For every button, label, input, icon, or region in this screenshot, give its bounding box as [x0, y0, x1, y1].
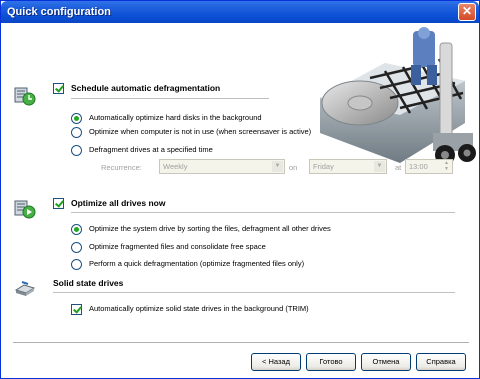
cancel-button[interactable]: Отмена	[361, 353, 411, 371]
radio-optimize-system-drive[interactable]	[71, 224, 82, 235]
back-button[interactable]: < Назад	[251, 353, 301, 371]
option-label: Automatically optimize hard disks in the…	[89, 113, 262, 122]
chevron-down-icon: ▼	[272, 161, 283, 172]
spinner-arrows-icon: ▲ ▼	[444, 160, 449, 172]
dialog-content: Schedule automatic defragmentation Autom…	[5, 23, 477, 377]
radio-background-optimize[interactable]	[71, 113, 82, 124]
footer-divider	[13, 342, 469, 343]
schedule-defrag-title: Schedule automatic defragmentation	[71, 83, 221, 93]
day-select[interactable]: Friday ▼	[309, 159, 387, 174]
radio-screensaver-optimize[interactable]	[71, 127, 82, 138]
optimize-drives-checkbox[interactable]	[53, 198, 64, 209]
ssd-icon	[14, 281, 36, 296]
option-label: Optimize the system drive by sorting the…	[89, 224, 331, 233]
ssd-trim-checkbox[interactable]	[71, 304, 82, 315]
radio-quick-defrag[interactable]	[71, 259, 82, 270]
close-button[interactable]: ✕	[458, 3, 476, 21]
time-spinner[interactable]: 13:00 ▲ ▼	[405, 159, 453, 174]
optimize-drives-icon	[14, 200, 36, 219]
section-divider	[71, 212, 455, 213]
optimize-drives-title: Optimize all drives now	[71, 198, 166, 208]
finish-button[interactable]: Готово	[306, 353, 356, 371]
schedule-defrag-checkbox[interactable]	[53, 83, 64, 94]
recurrence-value: Weekly	[163, 162, 188, 171]
quick-configuration-dialog: Quick configuration ✕ Schedule automatic…	[0, 0, 480, 379]
schedule-defrag-icon	[14, 87, 36, 106]
option-label: Optimize when computer is not in use (wh…	[89, 127, 312, 136]
recurrence-select[interactable]: Weekly ▼	[159, 159, 285, 174]
window-title: Quick configuration	[7, 6, 111, 18]
day-value: Friday	[313, 162, 334, 171]
radio-optimize-fragmented[interactable]	[71, 242, 82, 253]
help-button[interactable]: Справка	[416, 353, 466, 371]
radio-scheduled-defrag[interactable]	[71, 145, 82, 156]
option-label: Defragment drives at a specified time	[89, 145, 213, 154]
title-bar[interactable]: Quick configuration ✕	[1, 1, 479, 23]
ssd-trim-label: Automatically optimize solid state drive…	[89, 304, 309, 313]
section-divider	[53, 292, 455, 293]
on-label: on	[289, 163, 298, 172]
section-divider	[71, 98, 269, 99]
time-value: 13:00	[409, 162, 428, 171]
at-label: at	[395, 163, 402, 172]
ssd-title: Solid state drives	[53, 278, 124, 288]
hard-drive-illustration	[315, 23, 477, 178]
option-label: Optimize fragmented files and consolidat…	[89, 242, 266, 251]
chevron-down-icon: ▼	[374, 161, 385, 172]
recurrence-label: Recurrence:	[101, 163, 142, 172]
option-label: Perform a quick defragmentation (optimiz…	[89, 259, 305, 268]
